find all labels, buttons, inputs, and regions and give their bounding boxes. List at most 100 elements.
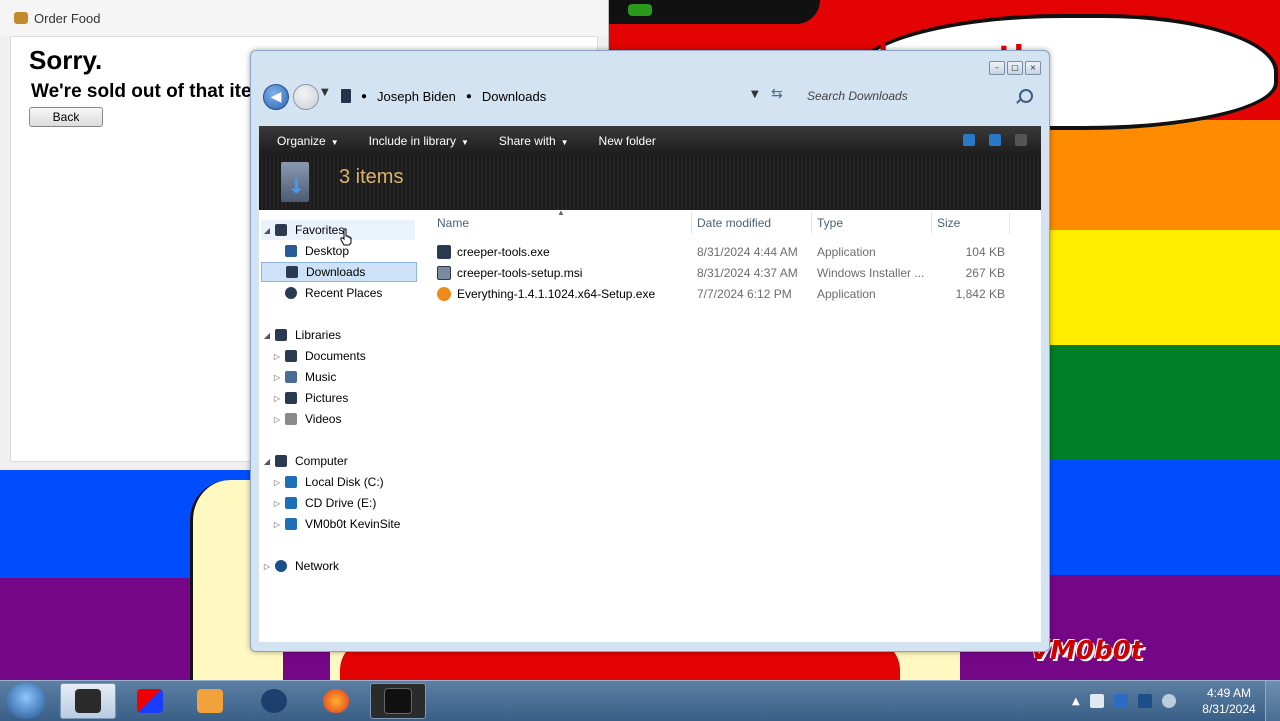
cd-drive-icon <box>285 497 297 509</box>
close-button[interactable]: × <box>1025 61 1041 75</box>
order-food-titlebar[interactable]: Order Food <box>0 0 608 36</box>
nav-cd-drive[interactable]: ▷ CD Drive (E:) <box>271 493 376 513</box>
blocks-icon <box>137 689 163 713</box>
burger-icon <box>14 12 28 24</box>
star-icon <box>275 224 287 236</box>
nav-downloads[interactable]: Downloads <box>261 262 417 282</box>
collapse-arrow-icon[interactable]: ▷ <box>271 478 283 487</box>
collapse-arrow-icon[interactable]: ▷ <box>271 352 283 361</box>
documents-icon <box>285 350 297 362</box>
collapse-arrow-icon[interactable]: ▷ <box>271 499 283 508</box>
expand-arrow-icon[interactable]: ◢ <box>261 457 273 466</box>
tray-app-icon[interactable] <box>1089 694 1104 708</box>
expand-arrow-icon[interactable]: ◢ <box>261 331 273 340</box>
collapse-arrow-icon[interactable]: ▷ <box>271 415 283 424</box>
nav-local-disk[interactable]: ▷ Local Disk (C:) <box>271 472 384 492</box>
breadcrumb-downloads[interactable]: Downloads <box>482 89 546 104</box>
search-input[interactable]: Search Downloads <box>799 84 1039 108</box>
hard-disk-icon <box>285 476 297 488</box>
column-header-size[interactable]: Size <box>937 216 960 230</box>
nav-videos[interactable]: ▷ Videos <box>271 409 342 429</box>
share-with-menu[interactable]: Share with ▼ <box>499 134 569 148</box>
file-name: creeper-tools-setup.msi <box>457 266 583 280</box>
chevron-down-icon: ▼ <box>560 138 569 147</box>
clock[interactable]: 4:49 AM 8/31/2024 <box>1196 685 1262 717</box>
taskbar-order-food[interactable] <box>370 683 426 719</box>
firefox-icon <box>323 689 349 713</box>
minimize-button[interactable]: – <box>989 61 1005 75</box>
nav-recent-places[interactable]: Recent Places <box>271 283 382 303</box>
globe-icon <box>261 689 287 713</box>
order-food-title: Order Food <box>34 10 101 26</box>
expand-arrow-icon[interactable]: ◢ <box>261 226 273 235</box>
breadcrumb-separator[interactable]: ● <box>466 91 472 102</box>
preview-pane-icon[interactable] <box>989 134 1001 146</box>
downloads-folder-icon <box>281 162 309 202</box>
exe-icon <box>437 245 451 259</box>
column-divider[interactable] <box>691 212 692 234</box>
column-divider[interactable] <box>931 212 932 234</box>
taskbar-ie[interactable] <box>246 683 302 719</box>
clock-time: 4:49 AM <box>1206 686 1252 700</box>
breadcrumb-user[interactable]: Joseph Biden <box>377 89 456 104</box>
change-view-icon[interactable] <box>963 134 975 146</box>
column-header-name[interactable]: Name <box>437 216 469 230</box>
explorer-icon <box>75 689 101 713</box>
clock-date: 8/31/2024 <box>1202 702 1256 716</box>
taskbar-app-blocks[interactable] <box>122 683 178 719</box>
nav-favorites[interactable]: ◢ Favorites <box>261 220 415 240</box>
breadcrumb-separator[interactable]: ● <box>361 91 367 102</box>
taskbar-firefox[interactable] <box>308 683 364 719</box>
help-icon[interactable] <box>1015 134 1027 146</box>
collapse-arrow-icon[interactable]: ▷ <box>271 394 283 403</box>
nav-computer[interactable]: ◢ Computer <box>261 451 348 471</box>
show-desktop-button[interactable] <box>1265 681 1280 721</box>
downloads-icon <box>286 266 298 278</box>
collapse-arrow-icon[interactable]: ▷ <box>271 373 283 382</box>
command-bar: Organize ▼ Include in library ▼ Share with… <box>259 126 1041 156</box>
volume-icon[interactable] <box>1161 694 1176 708</box>
navigation-pane: ◢ Favorites Desktop Downloads Recent Pla… <box>259 210 424 642</box>
recent-pages-dropdown-icon[interactable]: ▼ <box>321 87 329 98</box>
nav-vm-site[interactable]: ▷ VM0b0t KevinSite <box>271 514 400 534</box>
organize-menu[interactable]: Organize ▼ <box>277 134 339 148</box>
collapse-arrow-icon[interactable]: ▷ <box>271 520 283 529</box>
network-drive-icon <box>285 518 297 530</box>
file-row[interactable]: Everything-1.4.1.1024.x64-Setup.exe 7/7/… <box>437 284 1017 304</box>
file-type: Application <box>817 245 876 259</box>
nav-music[interactable]: ▷ Music <box>271 367 336 387</box>
back-button[interactable]: Back <box>29 107 103 127</box>
network-icon <box>275 560 287 572</box>
refresh-icon[interactable]: ⇆ <box>771 86 783 102</box>
nav-desktop[interactable]: Desktop <box>271 241 349 261</box>
msi-icon <box>437 266 451 280</box>
search-icon[interactable] <box>1019 89 1033 103</box>
nav-pictures[interactable]: ▷ Pictures <box>271 388 348 408</box>
show-hidden-icons[interactable]: ▲ <box>1072 696 1080 707</box>
computer-crumb-icon[interactable] <box>341 89 351 103</box>
taskbar-media-player[interactable] <box>182 683 238 719</box>
network-tray-icon[interactable] <box>1137 694 1152 708</box>
maximize-button[interactable]: □ <box>1007 61 1023 75</box>
start-button[interactable] <box>6 683 46 719</box>
column-divider[interactable] <box>1009 212 1010 234</box>
include-in-library-menu[interactable]: Include in library ▼ <box>369 134 469 148</box>
nav-libraries[interactable]: ◢ Libraries <box>261 325 341 345</box>
nav-network[interactable]: ▷ Network <box>261 556 339 576</box>
column-header-date[interactable]: Date modified <box>697 216 771 230</box>
file-row[interactable]: creeper-tools.exe 8/31/2024 4:44 AM Appl… <box>437 242 1017 262</box>
back-arrow-icon[interactable]: ◀ <box>263 84 289 110</box>
taskbar-explorer[interactable] <box>60 683 116 719</box>
column-divider[interactable] <box>811 212 812 234</box>
file-row[interactable]: creeper-tools-setup.msi 8/31/2024 4:37 A… <box>437 263 1017 283</box>
window-icon <box>384 688 412 714</box>
green-shape <box>628 4 652 16</box>
chevron-down-icon: ▼ <box>461 138 469 147</box>
new-folder-button[interactable]: New folder <box>599 134 656 148</box>
collapse-arrow-icon[interactable]: ▷ <box>261 562 273 571</box>
forward-arrow-icon[interactable] <box>293 84 319 110</box>
address-dropdown-icon[interactable]: ▼ <box>751 89 759 100</box>
nav-documents[interactable]: ▷ Documents <box>271 346 366 366</box>
column-header-type[interactable]: Type <box>817 216 843 230</box>
flag-icon[interactable] <box>1113 694 1128 708</box>
